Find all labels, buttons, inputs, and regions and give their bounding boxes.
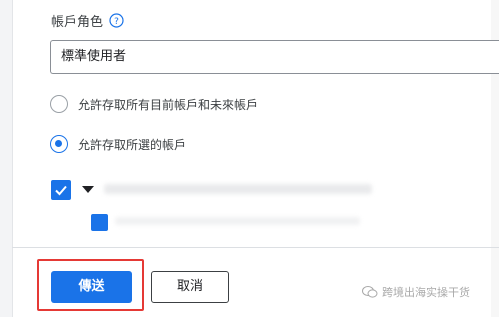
- redacted-child-account-name: [115, 217, 360, 225]
- account-parent-checkbox[interactable]: [51, 180, 71, 200]
- radio-button[interactable]: [50, 95, 68, 113]
- account-role-select[interactable]: 標準使用者: [50, 40, 499, 74]
- caret-down-icon[interactable]: [82, 186, 94, 193]
- radio-button-selected[interactable]: [50, 135, 68, 153]
- watermark: 跨境出海实操干货: [362, 284, 470, 300]
- footer-divider: [12, 247, 499, 248]
- user-access-form: 帳戶角色 ? 標準使用者 允許存取所有目前帳戶和未來帳戶 允許存取所選的帳戶 傳…: [0, 0, 499, 317]
- help-circle-icon[interactable]: ?: [109, 13, 124, 28]
- radio-option-all-accounts[interactable]: 允許存取所有目前帳戶和未來帳戶: [50, 95, 258, 113]
- left-rail: [0, 0, 13, 317]
- account-role-header: 帳戶角色 ?: [51, 11, 124, 30]
- radio-label: 允許存取所選的帳戶: [78, 137, 187, 152]
- redacted-account-name: [104, 184, 372, 194]
- account-role-label: 帳戶角色: [51, 15, 104, 30]
- radio-option-selected-accounts[interactable]: 允許存取所選的帳戶: [50, 135, 186, 153]
- checkmark-icon: [55, 185, 67, 196]
- watermark-text: 跨境出海实操干货: [382, 286, 470, 299]
- account-child-checkbox[interactable]: [91, 214, 108, 231]
- radio-label: 允許存取所有目前帳戶和未來帳戶: [78, 97, 259, 112]
- svg-text:?: ?: [114, 17, 119, 27]
- send-button[interactable]: 傳送: [51, 271, 132, 303]
- wechat-icon: [362, 286, 378, 298]
- cancel-button[interactable]: 取消: [151, 271, 229, 303]
